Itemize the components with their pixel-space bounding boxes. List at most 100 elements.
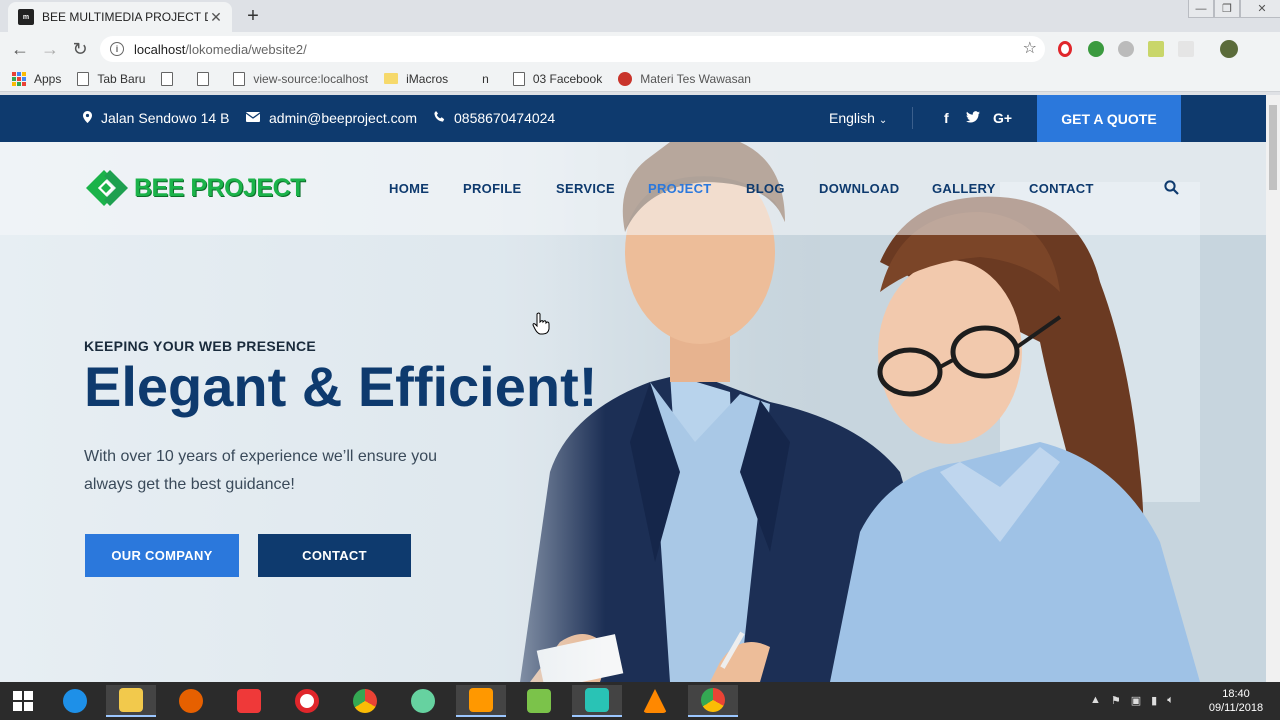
taskbar-sublime[interactable] — [456, 685, 506, 717]
page-viewport: Jalan Sendowo 14 B admin@beeproject.com … — [0, 95, 1266, 682]
taskbar-explorer[interactable] — [106, 685, 156, 717]
taskbar-bluestacks[interactable] — [514, 685, 564, 717]
taskbar-ie[interactable] — [50, 685, 100, 717]
window-controls: — ❐ ✕ — [1188, 0, 1280, 18]
taskbar-vivaldi[interactable] — [224, 685, 274, 717]
bookmark-apps[interactable]: Apps — [12, 71, 61, 86]
apps-grid-icon — [12, 71, 26, 86]
browser-tabstrip: m BEE MULTIMEDIA PROJECT DEVE ✕ + — ❐ ✕ — [0, 0, 1280, 32]
extension-faded-icon[interactable] — [1178, 41, 1194, 57]
bookmark-tab-baru[interactable]: Tab Baru — [77, 71, 145, 86]
get-a-quote-button[interactable]: GET A QUOTE — [1037, 95, 1181, 142]
taskbar-atom[interactable] — [398, 685, 448, 717]
tray-network-icon[interactable]: ▮ — [1151, 694, 1157, 707]
bookmarks-bar: Apps Tab Baru view-source:localhost iMac… — [0, 66, 1280, 92]
bookmark-view-source[interactable]: view-source:localhost — [233, 71, 368, 86]
site-logo[interactable]: BEE PROJECT — [84, 168, 305, 208]
bookmark-star-icon[interactable]: ☆ — [1023, 38, 1037, 58]
address-bar[interactable]: i localhost/lokomedia/website2/ ☆ — [100, 36, 1045, 62]
nav-project[interactable]: PROJECT — [648, 181, 712, 196]
language-selector[interactable]: English ⌄ — [829, 110, 887, 126]
vlc-icon — [643, 689, 667, 713]
windows-taskbar: ▲ ⚑ ▣ ▮ 🔈︎ 18:40 09/11/2018 — [0, 682, 1280, 720]
hero-lead-text: With over 10 years of experience we’ll e… — [84, 448, 438, 493]
tray-volume-icon[interactable]: 🔈︎ — [1167, 694, 1174, 707]
google-plus-icon[interactable]: G+ — [993, 110, 1012, 126]
taskbar-chrome-active[interactable] — [688, 685, 738, 717]
bookmark-facebook[interactable]: 03 Facebook — [512, 71, 602, 86]
opera-icon — [295, 689, 319, 713]
extension-grey-icon[interactable] — [1118, 41, 1134, 57]
nav-service[interactable]: SERVICE — [556, 181, 615, 196]
taskbar-opera[interactable] — [282, 685, 332, 717]
tray-power-icon[interactable]: ▣ — [1131, 694, 1141, 707]
profile-avatar[interactable] — [1220, 40, 1238, 58]
browser-toolbar: ← → ↻ i localhost/lokomedia/website2/ ☆ … — [0, 32, 1280, 93]
nav-profile[interactable]: PROFILE — [463, 181, 521, 196]
reload-button[interactable]: ↻ — [68, 37, 92, 61]
folder-icon — [384, 73, 399, 84]
bookmark-n[interactable]: n — [482, 72, 489, 86]
site-favicon-icon: m — [18, 9, 34, 25]
topbar: Jalan Sendowo 14 B admin@beeproject.com … — [0, 95, 1266, 142]
taskbar-vlc[interactable] — [630, 685, 680, 717]
maximize-button[interactable]: ❐ — [1214, 0, 1240, 18]
nav-download[interactable]: DOWNLOAD — [819, 181, 899, 196]
page-scrollbar[interactable] — [1266, 95, 1280, 682]
new-tab-button[interactable]: + — [240, 4, 266, 28]
window-close-button[interactable]: ✕ — [1240, 0, 1280, 18]
taskbar-firefox[interactable] — [166, 685, 216, 717]
chrome-icon — [353, 689, 377, 713]
phone-item[interactable]: 0858670474024 — [434, 110, 555, 126]
our-company-button[interactable]: OUR COMPANY — [85, 534, 239, 577]
map-marker-icon — [83, 110, 92, 126]
page-icon — [233, 71, 246, 86]
page-icon — [197, 71, 210, 86]
minimize-button[interactable]: — — [1188, 0, 1214, 18]
bookmark-materi[interactable]: Materi Tes Wawasan — [618, 71, 751, 86]
bee-project-logo-icon — [86, 170, 128, 206]
scrollbar-thumb[interactable] — [1269, 105, 1277, 190]
bookmark-blank-2[interactable] — [197, 71, 217, 86]
address-item: Jalan Sendowo 14 B — [83, 110, 229, 126]
contact-button[interactable]: CONTACT — [258, 534, 411, 577]
tab-title: BEE MULTIMEDIA PROJECT DEVE — [42, 10, 208, 24]
tray-expand-icon[interactable]: ▲ — [1090, 694, 1101, 707]
firefox-icon — [179, 689, 203, 713]
phone-icon — [434, 111, 445, 125]
red-circle-icon — [618, 71, 633, 86]
envelope-icon — [245, 111, 261, 125]
start-button[interactable] — [0, 685, 46, 717]
taskbar-chrome[interactable] — [340, 685, 390, 717]
bookmark-blank-1[interactable] — [161, 71, 181, 86]
site-info-icon[interactable]: i — [110, 42, 124, 56]
opera-extension-icon[interactable] — [1058, 41, 1072, 57]
browser-tab[interactable]: m BEE MULTIMEDIA PROJECT DEVE ✕ — [8, 2, 232, 32]
email-item[interactable]: admin@beeproject.com — [245, 110, 417, 126]
taskbar-clock[interactable]: 18:40 09/11/2018 — [1200, 687, 1272, 715]
chrome-icon — [701, 688, 725, 712]
search-icon[interactable] — [1164, 180, 1179, 195]
nav-contact[interactable]: CONTACT — [1029, 181, 1094, 196]
nav-gallery[interactable]: GALLERY — [932, 181, 996, 196]
twitter-icon[interactable] — [966, 110, 980, 126]
bookmark-imacros[interactable]: iMacros — [384, 72, 448, 86]
extension-globe-icon[interactable] — [1088, 41, 1104, 57]
extension-chart-icon[interactable] — [1148, 41, 1164, 57]
vivaldi-icon — [237, 689, 261, 713]
hero-headline: Elegant & Efficient! — [84, 355, 598, 418]
app-diamond-icon — [585, 688, 609, 712]
system-tray: ▲ ⚑ ▣ ▮ 🔈︎ — [1090, 694, 1174, 707]
chevron-down-icon: ⌄ — [878, 115, 888, 126]
back-button[interactable]: ← — [8, 37, 32, 61]
nav-blog[interactable]: BLOG — [746, 181, 785, 196]
nav-home[interactable]: HOME — [389, 181, 429, 196]
file-explorer-icon — [119, 688, 143, 712]
page-icon — [77, 71, 90, 86]
facebook-icon[interactable]: f — [944, 110, 949, 126]
forward-button[interactable]: → — [38, 37, 62, 61]
topbar-divider — [912, 107, 913, 129]
taskbar-app-dark[interactable] — [572, 685, 622, 717]
tab-close-icon[interactable]: ✕ — [208, 9, 224, 26]
tray-flag-icon[interactable]: ⚑ — [1111, 694, 1121, 707]
